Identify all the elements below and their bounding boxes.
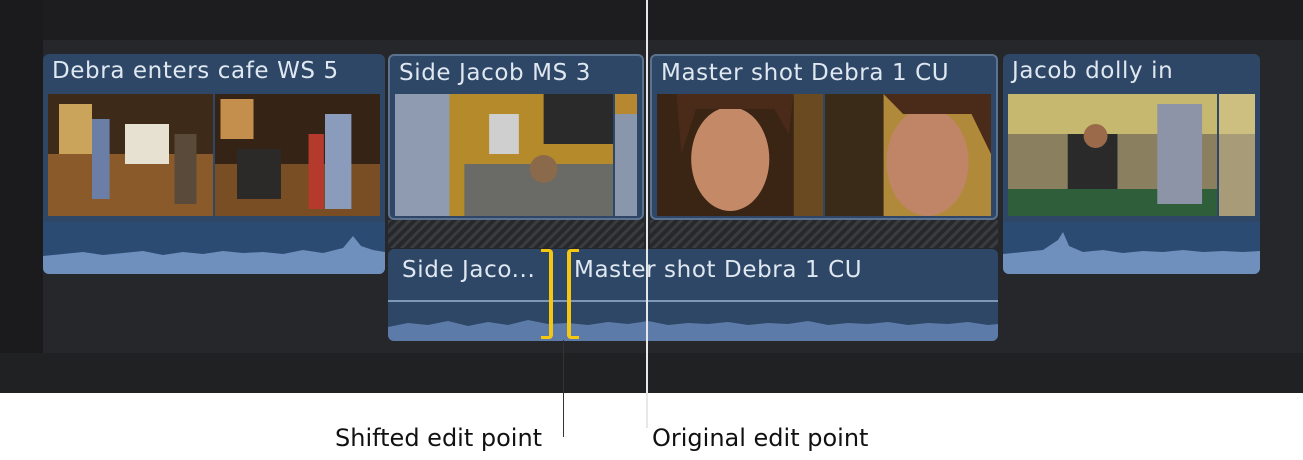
- trim-bracket-right[interactable]: [567, 249, 579, 339]
- clip-thumbnail: [615, 94, 637, 216]
- trim-bracket-left[interactable]: [541, 249, 553, 339]
- connected-clip-title-right: Master shot Debra 1 CU: [574, 257, 863, 283]
- clip-filmstrip: [48, 94, 380, 216]
- clip-jacob-dolly-in[interactable]: Jacob dolly in: [1003, 54, 1260, 274]
- clip-filmstrip: [1008, 94, 1255, 216]
- clip-thumbnail: [1219, 94, 1255, 216]
- clip-thumbnail: [395, 94, 613, 216]
- clip-audio-waveform: [1003, 222, 1260, 274]
- clip-audio-waveform: [43, 222, 385, 274]
- clip-thumbnail: [825, 94, 991, 216]
- shifted-edit-point-label: Shifted edit point: [335, 424, 543, 452]
- timeline[interactable]: Debra enters cafe WS 5 Side Jacob MS 3 M…: [0, 0, 1303, 393]
- clip-filmstrip: [657, 94, 991, 216]
- clip-thumbnail: [48, 94, 213, 216]
- clip-thumbnail: [657, 94, 823, 216]
- clip-title: Debra enters cafe WS 5: [52, 58, 339, 84]
- clip-side-jacob[interactable]: Side Jacob MS 3: [388, 54, 644, 220]
- connected-audio-clips[interactable]: Side Jaco... Master shot Debra 1 CU: [388, 249, 998, 341]
- shifted-edit-point-line: [563, 340, 564, 437]
- clip-title: Jacob dolly in: [1012, 58, 1174, 84]
- timeline-empty-area: [0, 353, 1303, 393]
- clip-title: Side Jacob MS 3: [399, 60, 591, 86]
- clip-filmstrip: [395, 94, 637, 216]
- gap-hatch: [388, 220, 644, 248]
- connected-audio-waveform: [388, 320, 998, 341]
- clip-thumbnail: [215, 94, 380, 216]
- audio-level-line: [388, 300, 998, 302]
- connected-clip-title-left: Side Jaco...: [402, 257, 536, 283]
- clip-debra-enters-cafe[interactable]: Debra enters cafe WS 5: [43, 54, 385, 274]
- original-edit-point-line: [646, 0, 648, 428]
- clip-title: Master shot Debra 1 CU: [661, 60, 950, 86]
- original-edit-point-label: Original edit point: [652, 424, 869, 452]
- gap-hatch: [650, 220, 998, 248]
- clip-master-shot-debra[interactable]: Master shot Debra 1 CU: [650, 54, 998, 220]
- timeline-gutter: [0, 0, 43, 393]
- clip-thumbnail: [1008, 94, 1217, 216]
